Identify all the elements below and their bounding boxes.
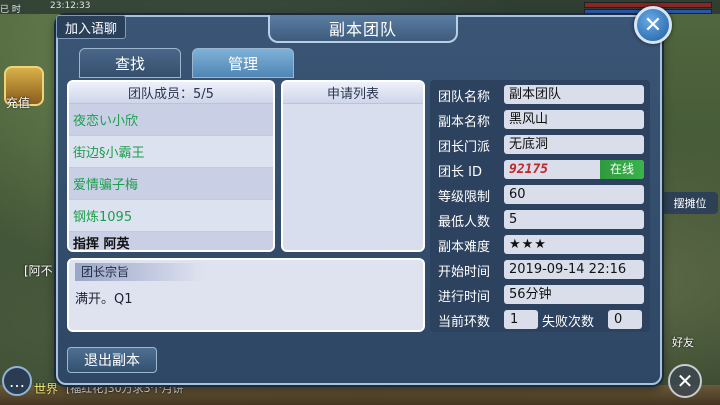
current-round-value: 1 — [504, 310, 538, 329]
fail-count-label: 失败次数 — [542, 315, 595, 330]
join-voice-chat-button[interactable]: 加入语聊 — [56, 15, 126, 39]
motto-label: 团长宗旨 — [75, 263, 205, 281]
chat-bubble-icon[interactable]: … — [2, 366, 32, 396]
elapsed-value: 56分钟 — [504, 285, 644, 304]
member-row[interactable]: 街边§小霸王 — [69, 136, 273, 168]
fail-count-value: 0 — [608, 310, 642, 329]
info-row-leader-id: 团长 ID 92175 在线 — [430, 159, 650, 181]
tab-search[interactable]: 查找 — [79, 48, 181, 78]
info-row-difficulty: 副本难度 ★★★ — [430, 234, 650, 256]
leader-id-value: 92175 — [509, 162, 549, 177]
leader-sect-value: 无底洞 — [504, 135, 644, 154]
difficulty-stars: ★★★ — [504, 235, 644, 254]
level-limit-label: 等级限制 — [438, 190, 491, 205]
start-time-value: 2019-09-14 22:16 — [504, 260, 644, 279]
member-row[interactable]: 爱情骗子梅 — [69, 168, 273, 200]
dialog-title: 副本团队 — [268, 15, 458, 43]
stall-button[interactable]: 摆摊位 — [662, 192, 718, 214]
friends-label[interactable]: 好友 — [672, 334, 694, 350]
level-limit-value: 60 — [504, 185, 644, 204]
current-round-label: 当前环数 — [438, 315, 491, 330]
dungeon-name-label: 副本名称 — [438, 115, 491, 130]
exit-dungeon-button[interactable]: 退出副本 — [67, 347, 157, 373]
leader-id-label: 团长 ID — [438, 165, 482, 180]
apply-header: 申请列表 — [283, 82, 423, 104]
world-channel-tag: 世界 — [34, 382, 59, 396]
status-time: 已 时 — [0, 5, 21, 15]
leader-id-field: 92175 在线 — [504, 160, 644, 179]
game-clock: 23:12:33 — [50, 1, 91, 11]
tab-manage[interactable]: 管理 — [192, 48, 294, 78]
difficulty-label: 副本难度 — [438, 240, 491, 255]
team-info-panel: 团队名称 副本团队 副本名称 黑风山 团长门派 无底洞 团长 ID 92175 … — [430, 80, 650, 332]
info-row-level-limit: 等级限制 60 — [430, 184, 650, 206]
min-people-value: 5 — [504, 210, 644, 229]
info-row-round: 当前环数 1 失败次数 0 — [430, 309, 650, 331]
elapsed-label: 进行时间 — [438, 290, 491, 305]
application-list-panel: 申请列表 — [281, 80, 425, 252]
member-row[interactable]: 钢炼1095 — [69, 200, 273, 232]
members-list: 夜恋い小欣 街边§小霸王 爱情骗子梅 钢炼1095 指挥 阿英 — [69, 104, 273, 250]
team-members-panel: 团队成员：5/5 夜恋い小欣 街边§小霸王 爱情骗子梅 钢炼1095 指挥 阿英 — [67, 80, 275, 252]
leader-sect-label: 团长门派 — [438, 140, 491, 155]
online-status-badge: 在线 — [600, 160, 644, 179]
info-row-dungeon-name: 副本名称 黑风山 — [430, 109, 650, 131]
info-row-min-people: 最低人数 5 — [430, 209, 650, 231]
start-time-label: 开始时间 — [438, 265, 491, 280]
member-row[interactable]: 夜恋い小欣 — [69, 104, 273, 136]
close-round-icon[interactable]: ✕ — [668, 364, 702, 398]
min-people-label: 最低人数 — [438, 215, 491, 230]
info-row-team-name: 团队名称 副本团队 — [430, 84, 650, 106]
dungeon-name-value: 黑风山 — [504, 110, 644, 129]
info-row-elapsed: 进行时间 56分钟 — [430, 284, 650, 306]
members-header: 团队成员：5/5 — [69, 82, 273, 104]
recharge-label: 充值 — [6, 96, 31, 110]
chat-snippet: [阿不 — [24, 264, 53, 278]
motto-text: 满开。Q1 — [75, 292, 133, 307]
member-row[interactable]: 指挥 阿英 — [69, 232, 273, 250]
leader-motto-panel: 团长宗旨 满开。Q1 — [67, 258, 425, 332]
info-row-start-time: 开始时间 2019-09-14 22:16 — [430, 259, 650, 281]
info-row-leader-sect: 团长门派 无底洞 — [430, 134, 650, 156]
team-name-label: 团队名称 — [438, 90, 491, 105]
close-icon[interactable]: ✕ — [634, 6, 672, 44]
team-name-value: 副本团队 — [504, 85, 644, 104]
